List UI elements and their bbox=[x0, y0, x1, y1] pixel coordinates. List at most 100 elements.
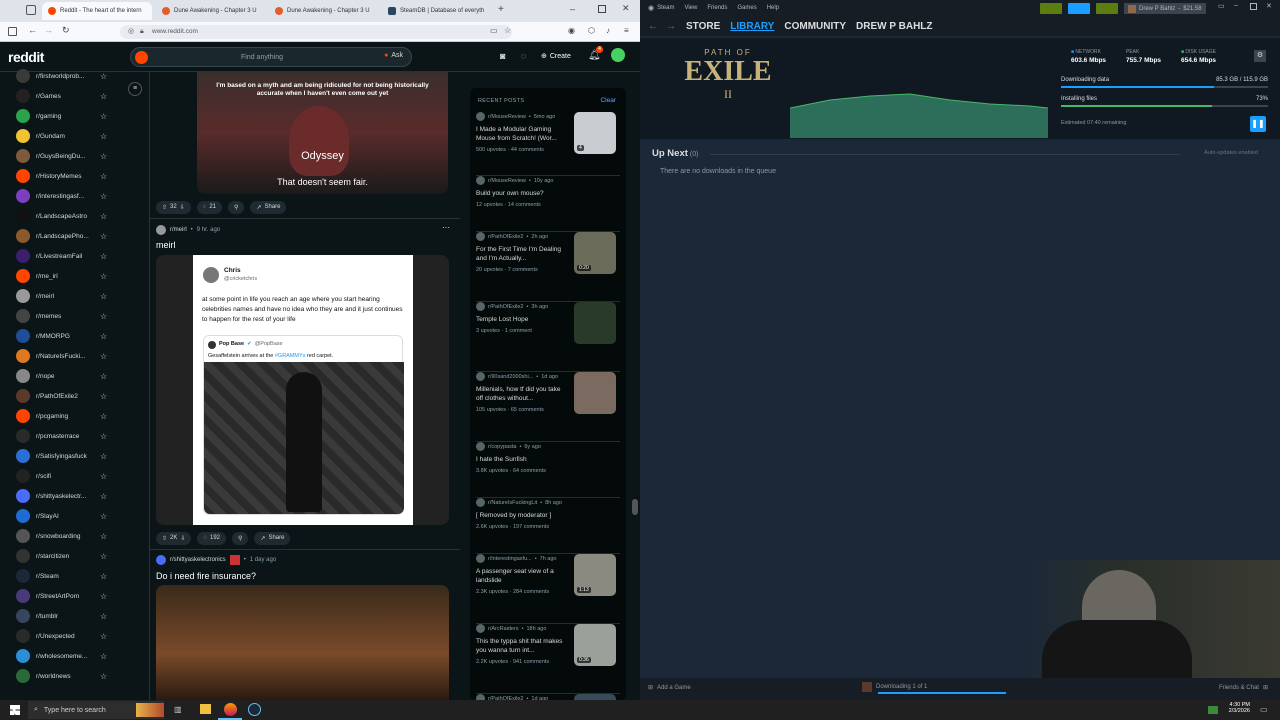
star-icon[interactable]: ☆ bbox=[100, 352, 107, 361]
taskbar-search[interactable]: ⌕ Type here to search bbox=[28, 701, 164, 719]
star-icon[interactable]: ☆ bbox=[100, 332, 107, 341]
sidebar-item[interactable]: r/StreetArtPorn ☆ bbox=[16, 586, 136, 606]
collapse-sidebar-icon[interactable]: ≡ bbox=[128, 82, 142, 96]
sidebar-item[interactable]: r/PathOfExile2 ☆ bbox=[16, 386, 136, 406]
more-options-icon[interactable]: ⋯ bbox=[442, 223, 450, 232]
recent-post-item[interactable]: r/PathOfExile2 • 2h ago For the First Time … bbox=[476, 232, 620, 302]
sidebar-item[interactable]: r/LandscapeAstro ☆ bbox=[16, 206, 136, 226]
sidebar-item[interactable]: r/tumblr ☆ bbox=[16, 606, 136, 626]
share-button[interactable]: ↗ Share bbox=[250, 200, 287, 214]
star-icon[interactable]: ☆ bbox=[100, 612, 107, 621]
sidebar-item[interactable]: r/worldnews ☆ bbox=[16, 666, 136, 686]
award-button[interactable]: ⚲ bbox=[228, 200, 245, 214]
sidebar-item[interactable]: r/GuysBeingDu... ☆ bbox=[16, 146, 136, 166]
maximize-icon[interactable] bbox=[598, 5, 606, 13]
nav-community[interactable]: COMMUNITY bbox=[784, 21, 846, 32]
game-logo[interactable]: PATH OF EXILE II bbox=[672, 48, 784, 132]
subreddit-icon[interactable] bbox=[156, 555, 166, 565]
star-icon[interactable]: ☆ bbox=[100, 512, 107, 521]
post-media[interactable] bbox=[156, 585, 449, 700]
friends-add-button[interactable] bbox=[1040, 3, 1062, 14]
menu-icon[interactable]: ≡ bbox=[624, 26, 629, 35]
big-picture-icon[interactable]: ▭ bbox=[1218, 2, 1225, 10]
sidebar-item[interactable]: r/memes ☆ bbox=[16, 306, 136, 326]
sidebar-item[interactable]: r/nope ☆ bbox=[16, 366, 136, 386]
sidebar-item[interactable]: r/Satisfyingasfuck ☆ bbox=[16, 446, 136, 466]
vote-pill[interactable]: ⇧ 32 ⇩ bbox=[156, 200, 191, 214]
upvote-icon[interactable]: ⇧ bbox=[162, 535, 167, 542]
sidebar-item[interactable]: r/LivestreamFail ☆ bbox=[16, 246, 136, 266]
sidebar-item[interactable]: r/Gundam ☆ bbox=[16, 126, 136, 146]
recent-post-item[interactable]: r/interestingasfu... • 7h ago A passenger s… bbox=[476, 554, 620, 624]
sidebar-item[interactable]: r/snowboarding ☆ bbox=[16, 526, 136, 546]
close-icon[interactable]: ✕ bbox=[622, 3, 630, 14]
star-icon[interactable]: ☆ bbox=[100, 92, 107, 101]
upvote-icon[interactable]: ⇧ bbox=[162, 204, 167, 211]
star-icon[interactable]: ☆ bbox=[100, 212, 107, 221]
clear-button[interactable]: Clear bbox=[600, 97, 616, 104]
share-button[interactable]: ↗ Share bbox=[254, 531, 291, 545]
sidebar-item[interactable]: r/starcitizen ☆ bbox=[16, 546, 136, 566]
sidebar-item[interactable]: r/gaming ☆ bbox=[16, 106, 136, 126]
star-icon[interactable]: ☆ bbox=[100, 192, 107, 201]
star-icon[interactable]: ☆ bbox=[100, 592, 107, 601]
sidebar-toggle-icon[interactable] bbox=[8, 27, 17, 36]
file-explorer-icon[interactable] bbox=[200, 704, 211, 714]
audio-icon[interactable]: ♪ bbox=[606, 26, 610, 35]
sidebar-item[interactable]: r/Unexpected ☆ bbox=[16, 626, 136, 646]
post-image[interactable]: I'm based on a myth and am being ridicul… bbox=[197, 72, 448, 194]
sidebar-item[interactable]: r/NatureIsFucki... ☆ bbox=[16, 346, 136, 366]
recent-post-item[interactable]: r/ArcRaiders • 18h ago This the typpa shit … bbox=[476, 624, 620, 694]
notification-center-icon[interactable]: ▭ bbox=[1260, 705, 1268, 714]
chat-icon[interactable]: ◌ bbox=[521, 51, 526, 61]
star-icon[interactable]: ☆ bbox=[100, 672, 107, 681]
star-icon[interactable]: ☆ bbox=[100, 392, 107, 401]
task-view-icon[interactable]: ▥ bbox=[174, 705, 182, 714]
recent-post-item[interactable]: r/MouseReview • 5mo ago I Made a Modular Ga… bbox=[476, 112, 620, 176]
sidebar-item[interactable]: r/firstworldprob... ☆ bbox=[16, 66, 136, 86]
post-title[interactable]: meirl bbox=[156, 240, 176, 250]
minimize-icon[interactable]: – bbox=[570, 4, 575, 14]
tab-steamdb[interactable]: SteamDB | Database of everyth bbox=[382, 2, 492, 20]
post-title[interactable]: Do i need fire insurance? bbox=[156, 571, 256, 581]
reddit-logo[interactable]: reddit bbox=[8, 49, 44, 65]
star-icon[interactable]: ☆ bbox=[100, 432, 107, 441]
star-icon[interactable]: ☆ bbox=[100, 492, 107, 501]
nav-library[interactable]: LIBRARY bbox=[730, 21, 774, 32]
sidebar-item[interactable]: r/pcmasterrace ☆ bbox=[16, 426, 136, 446]
site-info-icon[interactable]: ◎ bbox=[128, 25, 134, 39]
recent-post-item[interactable]: r/NatureIsFuckingLit • 8h ago [ Removed by … bbox=[476, 498, 620, 554]
post-subreddit[interactable]: r/shittyaskelectronics bbox=[170, 557, 226, 563]
sidebar-item[interactable]: r/pcgaming ☆ bbox=[16, 406, 136, 426]
extensions-icon[interactable]: ⬡ bbox=[588, 26, 595, 35]
steam-menu-help[interactable]: Help bbox=[767, 5, 779, 11]
tray-icon[interactable] bbox=[1208, 706, 1218, 714]
star-icon[interactable]: ☆ bbox=[100, 552, 107, 561]
recent-post-item[interactable]: r/PathOfExile2 • 3h ago Temple Lost Hope 3 u… bbox=[476, 302, 620, 372]
star-icon[interactable]: ☆ bbox=[100, 292, 107, 301]
recent-post-item[interactable]: r/90sand2000shi... • 1d ago Millenials, how… bbox=[476, 372, 620, 442]
star-icon[interactable]: ☆ bbox=[100, 652, 107, 661]
maximize-icon[interactable] bbox=[1250, 3, 1257, 10]
forward-icon[interactable]: → bbox=[44, 25, 53, 35]
search-input[interactable]: Find anything ● Ask bbox=[130, 47, 412, 67]
tab-actions-icon[interactable] bbox=[26, 5, 36, 15]
star-icon[interactable]: ☆ bbox=[100, 472, 107, 481]
firefox-icon[interactable] bbox=[224, 703, 237, 716]
comments-button[interactable]: ◌ 21 bbox=[196, 200, 223, 214]
post-media[interactable]: Chris @cricketchris at some point in lif… bbox=[156, 255, 449, 525]
sidebar-item[interactable]: r/scifi ☆ bbox=[16, 466, 136, 486]
sidebar-item[interactable]: r/SlayAI ☆ bbox=[16, 506, 136, 526]
shield-icon[interactable]: ◉ bbox=[568, 26, 575, 35]
star-icon[interactable]: ☆ bbox=[100, 632, 107, 641]
back-icon[interactable]: ← bbox=[28, 25, 37, 35]
star-icon[interactable]: ☆ bbox=[100, 252, 107, 261]
comments-button[interactable]: ◌ 192 bbox=[197, 531, 226, 545]
star-icon[interactable]: ☆ bbox=[100, 452, 107, 461]
reload-icon[interactable]: ↻ bbox=[62, 25, 70, 36]
recent-post-item[interactable]: r/copypasta • 6y ago I hate the Sunfish 3.8K… bbox=[476, 442, 620, 498]
settings-gear-icon[interactable]: ⚙ bbox=[1254, 50, 1266, 62]
star-icon[interactable]: ☆ bbox=[100, 572, 107, 581]
sidebar-item[interactable]: r/meirl ☆ bbox=[16, 286, 136, 306]
scrollbar-thumb[interactable] bbox=[632, 499, 638, 515]
